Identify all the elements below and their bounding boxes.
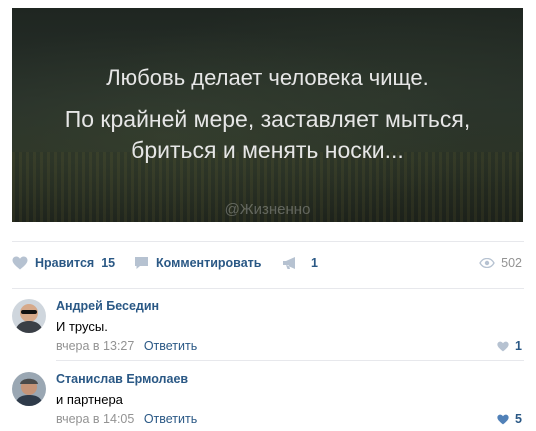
comment-text: и партнера (56, 392, 123, 407)
comment-author[interactable]: Станислав Ермолаев (56, 372, 188, 386)
views-counter: 502 (479, 256, 522, 270)
comment-like-count: 1 (515, 339, 522, 353)
divider (12, 288, 524, 289)
comment-meta: вчера в 13:27 Ответить (56, 339, 197, 353)
reply-button[interactable]: Ответить (144, 339, 197, 353)
comment-time[interactable]: вчера в 13:27 (56, 339, 134, 353)
eye-icon (479, 258, 495, 268)
megaphone-icon (282, 256, 299, 270)
divider (12, 241, 524, 242)
comment-like-count: 5 (515, 412, 522, 426)
share-count: 1 (311, 256, 318, 270)
comment-author[interactable]: Андрей Беседин (56, 299, 159, 313)
divider (56, 360, 524, 361)
comment-time[interactable]: вчера в 14:05 (56, 412, 134, 426)
share-button[interactable]: 1 (282, 256, 318, 270)
comment-label: Комментировать (156, 256, 262, 270)
comment-icon (134, 256, 149, 270)
quote-line-2: По крайней мере, заставляет мыться, брит… (64, 106, 471, 163)
comment-meta: вчера в 14:05 Ответить (56, 412, 197, 426)
comment-like-button[interactable]: 5 (497, 412, 522, 426)
views-count: 502 (501, 256, 522, 270)
comment-like-button[interactable]: 1 (497, 339, 522, 353)
like-label: Нравится (35, 256, 95, 270)
comment-button[interactable]: Комментировать (134, 256, 261, 270)
like-button[interactable]: Нравится 15 (12, 256, 115, 270)
comment-text: И трусы. (56, 319, 108, 334)
watermark: @Жизненно (224, 201, 311, 218)
heart-icon (497, 414, 509, 425)
reply-button[interactable]: Ответить (144, 412, 197, 426)
heart-icon (497, 341, 509, 352)
post-image[interactable]: Любовь делает человека чище. По крайней … (12, 8, 523, 222)
heart-icon (12, 256, 28, 270)
quote-line-1: Любовь делает человека чище. (106, 65, 429, 90)
avatar[interactable] (12, 299, 46, 333)
post-actions: Нравится 15 Комментировать 1 502 (12, 252, 522, 276)
like-count: 15 (101, 256, 116, 270)
avatar[interactable] (12, 372, 46, 406)
